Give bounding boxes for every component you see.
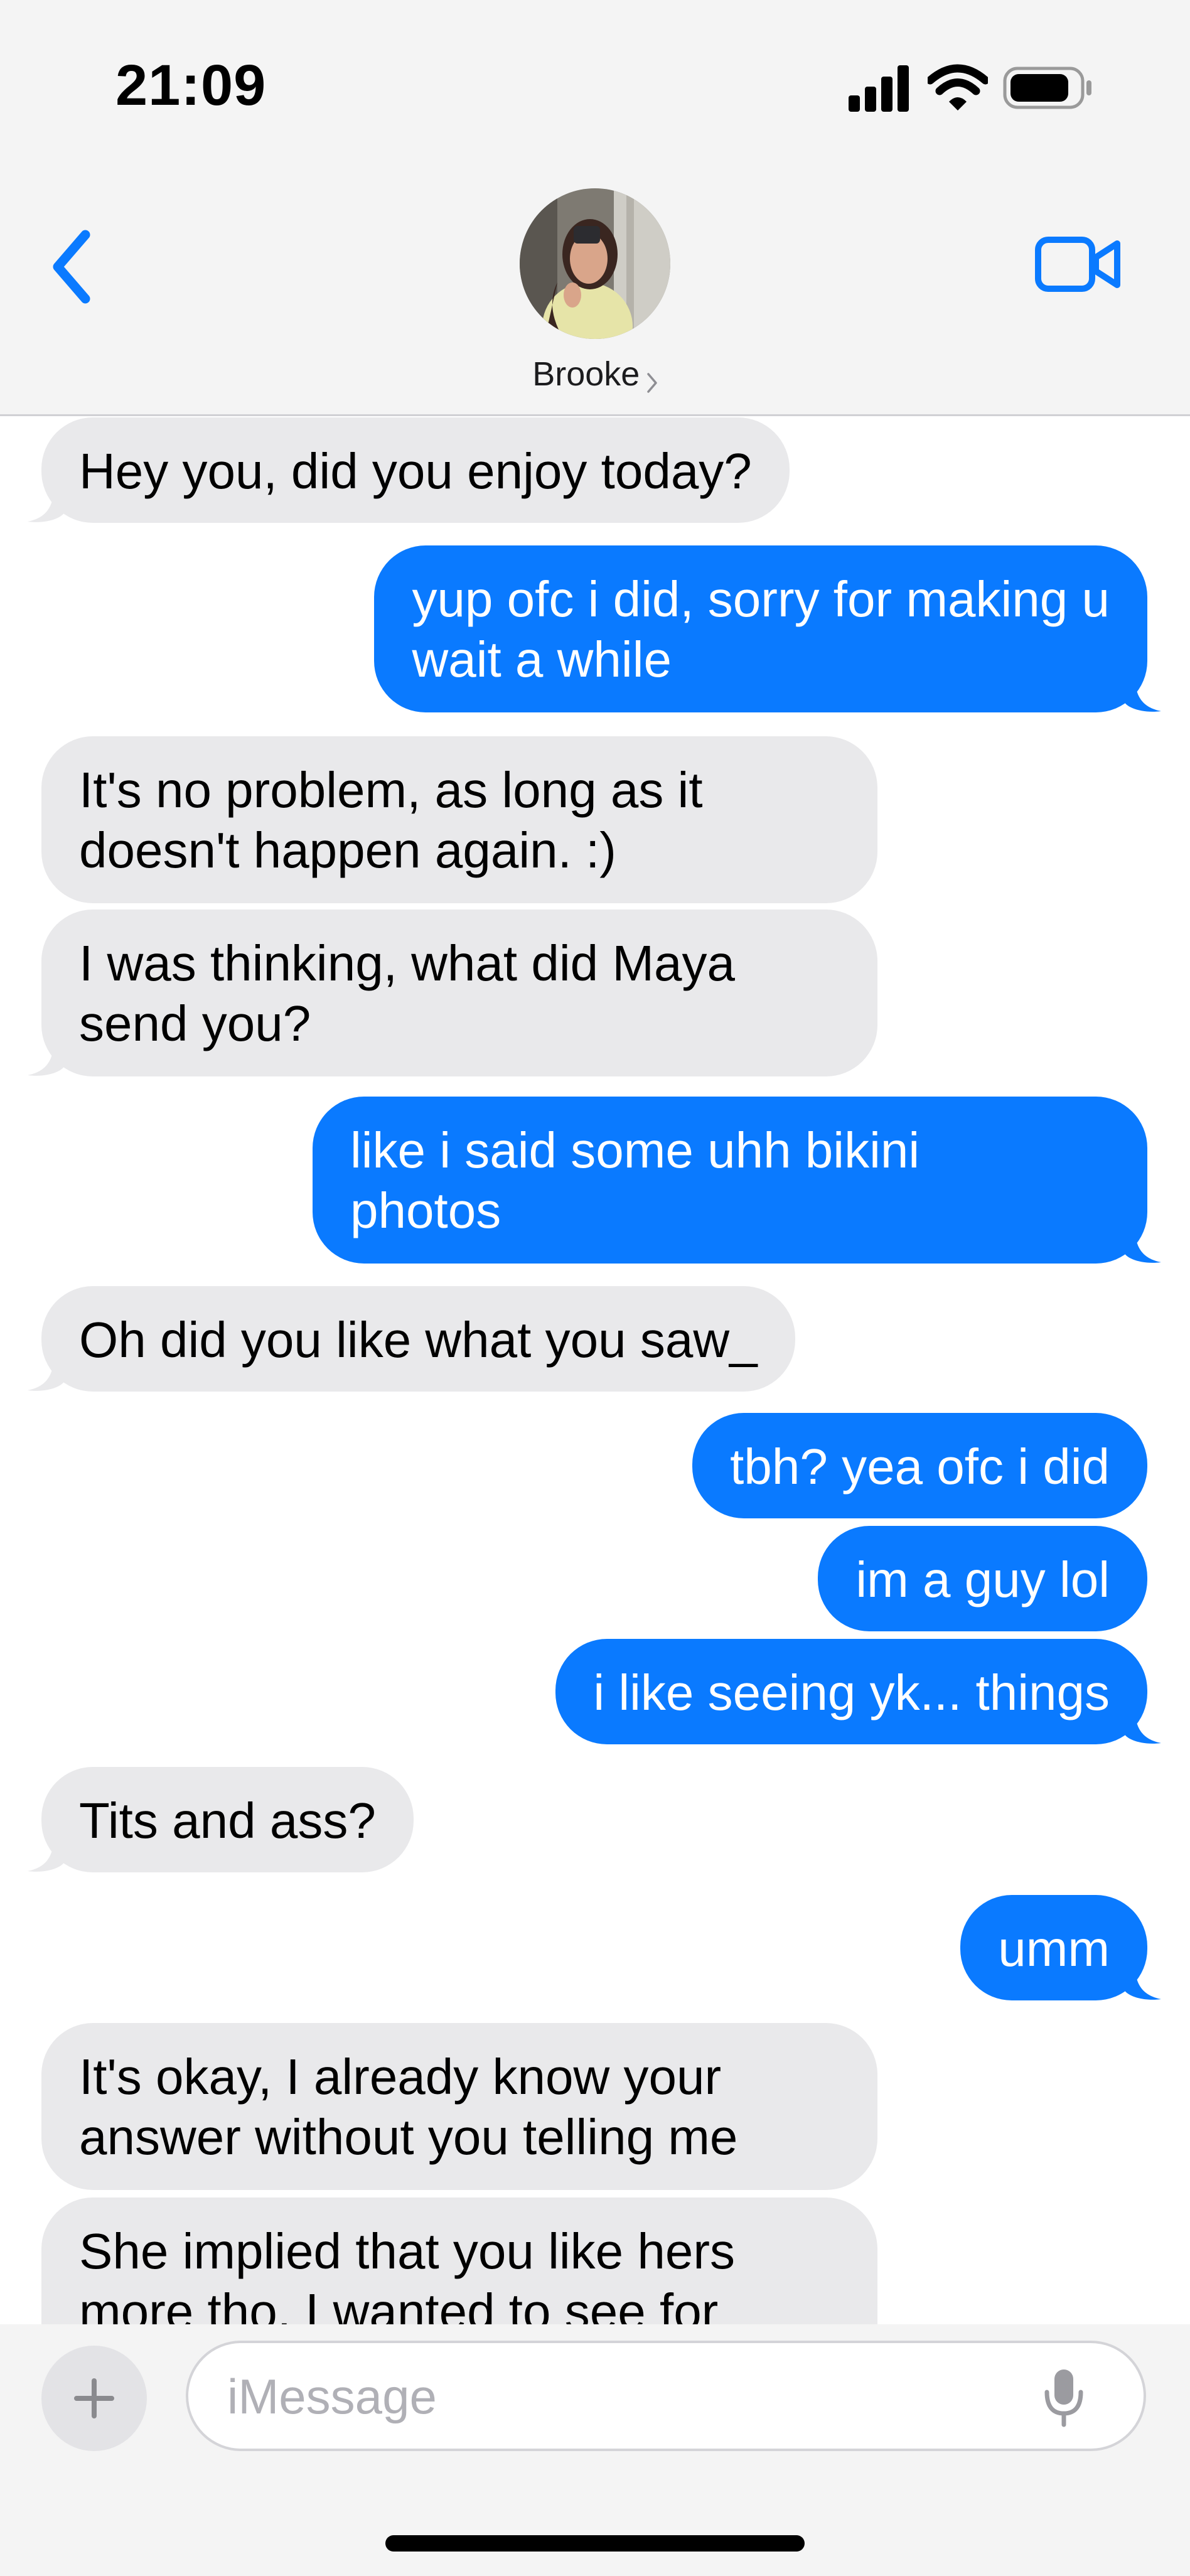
bubble-tail <box>28 1039 65 1076</box>
message-text: Tits and ass? <box>79 1793 376 1849</box>
message-input[interactable] <box>226 2343 1044 2450</box>
message-bubble-sent[interactable]: tbh? yea ofc i did <box>692 1413 1147 1518</box>
message-text: im a guy lol <box>855 1552 1110 1607</box>
message-text: i like seeing yk... things <box>593 1665 1110 1720</box>
status-bar: 21:09 <box>0 0 1190 157</box>
message-bubble-sent[interactable]: like i said some uhh bikini photos <box>313 1097 1161 1264</box>
contact-name-row[interactable]: Brooke <box>0 355 1190 394</box>
message-text: It's no problem, as long as it doesn't h… <box>79 762 703 878</box>
conversation-header: Brooke <box>0 157 1190 416</box>
message-text: Oh did you like what you saw_ <box>79 1312 758 1368</box>
message-bubble-received[interactable]: It's okay, I already know your answer wi… <box>41 2023 877 2190</box>
microphone-icon[interactable] <box>1042 2367 1086 2427</box>
message-list[interactable]: Hey you, did you enjoy today? yup ofc i … <box>0 416 1190 2324</box>
message-text: like i said some uhh bikini photos <box>350 1122 920 1238</box>
message-text: yup ofc i did, sorry for making u wait a… <box>412 571 1110 687</box>
back-button[interactable] <box>44 226 100 308</box>
message-bubble-sent[interactable]: umm <box>960 1895 1161 2000</box>
contact-photo <box>520 188 670 339</box>
bubble-tail <box>28 485 65 522</box>
bubble-tail <box>28 1354 65 1391</box>
message-bubble-received[interactable]: It's no problem, as long as it doesn't h… <box>41 736 877 903</box>
home-indicator <box>385 2535 805 2552</box>
message-text: It's okay, I already know your answer wi… <box>79 2049 738 2165</box>
message-bubble-received[interactable]: I was thinking, what did Maya send you? <box>28 910 877 1076</box>
avatar[interactable] <box>520 188 670 339</box>
message-bubble-sent[interactable]: i like seeing yk... things <box>555 1639 1161 1744</box>
message-bubble-received[interactable]: Tits and ass? <box>28 1767 414 1872</box>
contact-name: Brooke <box>532 355 640 393</box>
wifi-icon <box>928 64 988 110</box>
message-text: tbh? yea ofc i did <box>730 1439 1110 1495</box>
battery-icon <box>1003 67 1091 109</box>
message-bubble-received[interactable]: Oh did you like what you saw_ <box>28 1286 795 1392</box>
chevron-right-icon <box>647 373 657 393</box>
signal-icon <box>849 65 909 112</box>
message-bubble-sent[interactable]: yup ofc i did, sorry for making u wait a… <box>374 545 1161 712</box>
message-text: I was thinking, what did Maya send you? <box>79 935 735 1051</box>
composer-bar <box>0 2324 1190 2576</box>
bubble-tail <box>1123 1226 1161 1263</box>
bubble-tail <box>28 1835 65 1872</box>
plus-icon <box>74 2378 114 2418</box>
status-time: 21:09 <box>115 53 267 117</box>
message-input-container <box>186 2341 1146 2451</box>
message-text: umm <box>998 1921 1110 1977</box>
add-attachment-button[interactable] <box>41 2346 147 2451</box>
message-bubble-received[interactable]: She implied that you like hers more tho.… <box>41 2198 877 2324</box>
video-call-button[interactable] <box>1034 232 1122 295</box>
bubble-tail <box>1123 1963 1161 2000</box>
message-bubble-received[interactable]: Hey you, did you enjoy today? <box>28 417 790 523</box>
message-text: She implied that you like hers more tho.… <box>79 2223 735 2324</box>
bubble-tail <box>1123 1707 1161 1744</box>
bubble-tail <box>1123 675 1161 712</box>
message-bubble-sent[interactable]: im a guy lol <box>818 1526 1147 1631</box>
message-text: Hey you, did you enjoy today? <box>79 443 752 499</box>
